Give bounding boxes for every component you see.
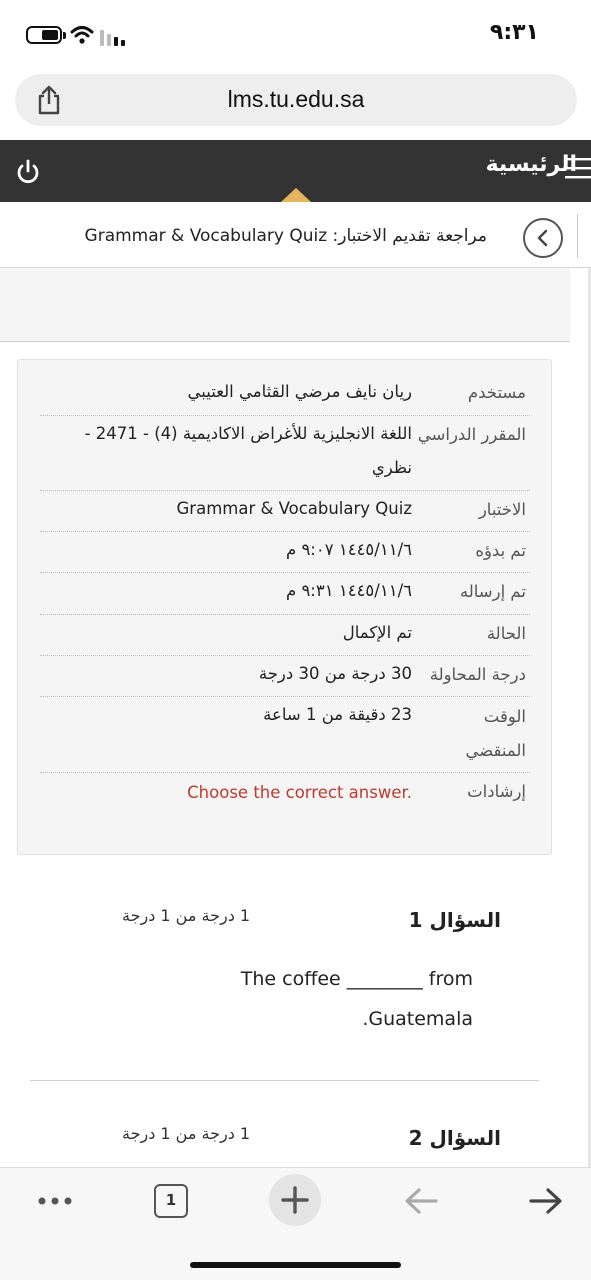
summary-row: إرشادات Choose the correct answer.	[40, 773, 530, 815]
more-icon[interactable]	[37, 1196, 77, 1206]
tabs-button[interactable]: 1	[154, 1184, 188, 1218]
row-label: الحالة	[486, 624, 526, 643]
home-indicator[interactable]	[190, 1262, 401, 1268]
row-value: ١٤٤٥/١١/٦ ٩:٣١ م	[285, 581, 412, 600]
row-label: الوقت المنقضي	[465, 707, 526, 760]
status-time: ٩:٣١	[489, 20, 539, 45]
status-bar: ٩:٣١	[0, 0, 591, 66]
question-1-title: السؤال 1	[408, 908, 501, 932]
breadcrumb-title: مراجعة تقديم الاختبار: Grammar & Vocabul…	[84, 226, 487, 246]
question-1-grade: 1 درجة من 1 درجة	[122, 906, 251, 925]
battery-icon	[26, 26, 66, 44]
row-label: تم بدؤه	[475, 541, 526, 560]
breadcrumb: مراجعة تقديم الاختبار: Grammar & Vocabul…	[0, 202, 591, 268]
question-1-text-line2: .Guatemala	[362, 1008, 473, 1030]
summary-row: المقرر الدراسي اللغة الانجليزية للأغراض …	[40, 416, 530, 491]
row-label: درجة المحاولة	[429, 665, 526, 684]
summary-row: الاختبار Grammar & Vocabulary Quiz	[40, 491, 530, 532]
summary-row: تم بدؤه ١٤٤٥/١١/٦ ٩:٠٧ م	[40, 532, 530, 573]
question-divider	[30, 1080, 539, 1081]
row-value: Grammar & Vocabulary Quiz	[176, 499, 412, 518]
summary-row: الوقت المنقضي 23 دقيقة من 1 ساعة	[40, 697, 530, 773]
summary-row: درجة المحاولة 30 درجة من 30 درجة	[40, 656, 530, 697]
row-value: ريان نايف مرضي القثامي العتيبي	[187, 382, 413, 401]
summary-row: تم إرساله ١٤٤٥/١١/٦ ٩:٣١ م	[40, 573, 530, 615]
breadcrumb-divider	[577, 214, 578, 258]
cellular-signal-icon	[100, 30, 125, 46]
address-bar[interactable]: lms.tu.edu.sa	[15, 74, 577, 126]
power-icon[interactable]	[14, 158, 42, 186]
content-header-band	[0, 268, 570, 342]
question-2-grade: 1 درجة من 1 درجة	[122, 1124, 251, 1143]
question-1-text-line1: The coffee ________ from	[240, 968, 473, 990]
row-value: اللغة الانجليزية للأغراض الاكاديمية (4) …	[84, 424, 412, 477]
active-nav-caret	[281, 188, 311, 202]
question-2-title: السؤال 2	[408, 1126, 501, 1150]
forward-arrow-icon[interactable]	[527, 1184, 565, 1218]
back-button[interactable]	[523, 218, 563, 258]
url-text[interactable]: lms.tu.edu.sa	[15, 86, 577, 113]
row-label: إرشادات	[467, 782, 526, 801]
attempt-summary: مستخدم ريان نايف مرضي القثامي العتيبي ال…	[17, 359, 552, 855]
instructions-text: Choose the correct answer.	[187, 783, 412, 802]
row-label: المقرر الدراسي	[417, 425, 526, 444]
row-value: ١٤٤٥/١١/٦ ٩:٠٧ م	[285, 540, 412, 559]
row-value: 30 درجة من 30 درجة	[258, 664, 412, 683]
row-label: مستخدم	[467, 383, 526, 402]
chevron-left-icon	[537, 229, 548, 247]
hamburger-menu-icon[interactable]	[565, 156, 591, 180]
wifi-icon	[70, 26, 94, 44]
plus-icon	[281, 1186, 309, 1214]
home-link[interactable]: الرئيسية	[486, 152, 577, 177]
new-tab-button[interactable]	[269, 1174, 321, 1226]
summary-row: الحالة تم الإكمال	[40, 615, 530, 656]
back-arrow-icon[interactable]	[402, 1184, 440, 1218]
summary-row: مستخدم ريان نايف مرضي القثامي العتيبي	[40, 374, 530, 416]
row-label: تم إرساله	[459, 582, 526, 601]
row-value: تم الإكمال	[342, 623, 412, 642]
row-label: الاختبار	[478, 500, 526, 519]
row-value: 23 دقيقة من 1 ساعة	[263, 705, 412, 724]
